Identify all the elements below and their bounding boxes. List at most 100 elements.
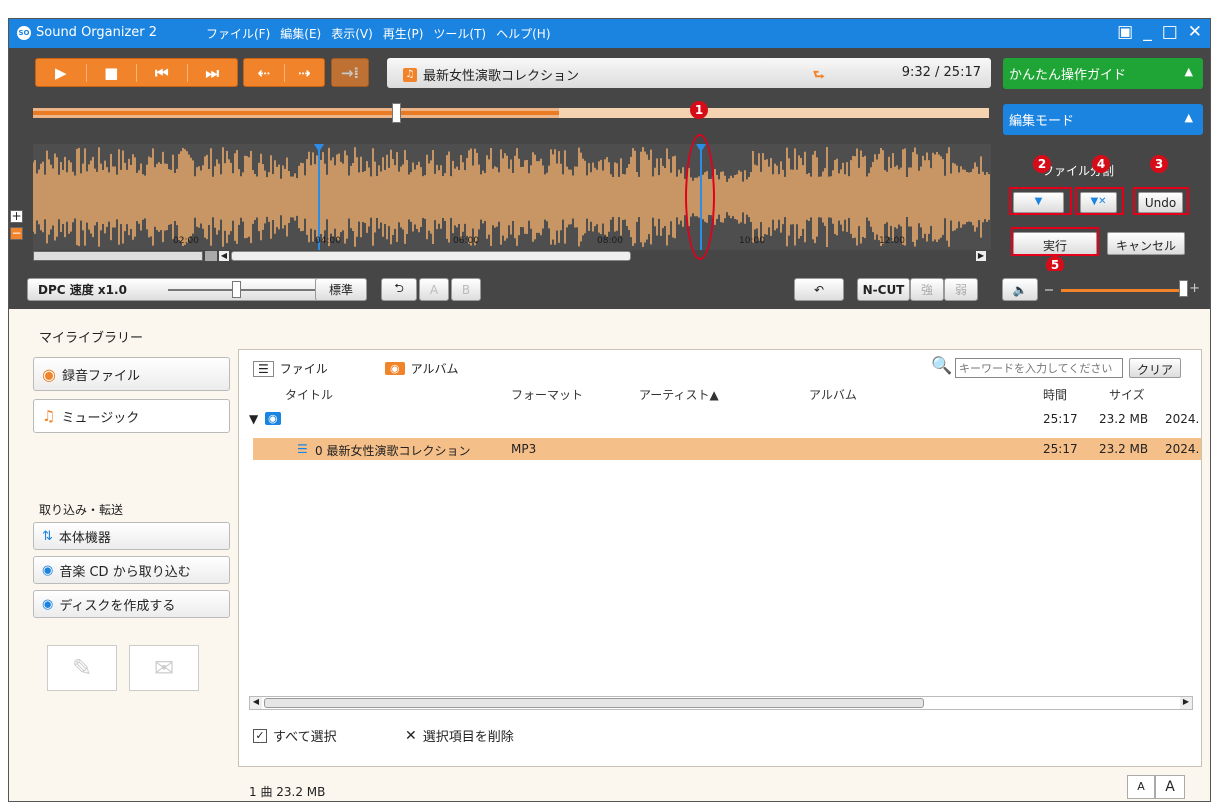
point-a-button[interactable]: A: [419, 278, 449, 301]
album-view-tab[interactable]: ◉ アルバム: [385, 360, 459, 377]
column-format[interactable]: フォーマット: [511, 386, 583, 403]
waveform-path: [33, 147, 990, 247]
track-title: 最新女性演歌コレクション: [423, 69, 580, 84]
next-button[interactable]: ⏭: [186, 63, 238, 82]
device-label: 本体機器: [58, 530, 111, 546]
progress-thumb[interactable]: [392, 103, 402, 123]
table-row[interactable]: ☰ 0 最新女性演歌コレクション MP3 25:17 23.2 MB 2024.: [253, 438, 1201, 460]
dpc-standard-button[interactable]: 標準: [315, 278, 367, 301]
font-small-button[interactable]: A: [1127, 775, 1155, 799]
column-title[interactable]: タイトル: [285, 386, 333, 403]
n-cut-button[interactable]: N-CUT: [857, 278, 910, 301]
annotation-box-4: [1075, 187, 1124, 215]
quick-guide-button[interactable]: かんたん操作ガイド ▲: [1003, 58, 1203, 89]
ncut-weak-button[interactable]: 弱: [944, 278, 978, 301]
zoom-out-button[interactable]: −: [10, 227, 23, 240]
select-all-checkbox[interactable]: ✓ すべて選択: [253, 726, 337, 745]
import-transfer-title: 取り込み・転送: [39, 503, 124, 517]
volume-icon[interactable]: 🔈: [1002, 278, 1038, 301]
mail-add-icon[interactable]: ✉: [129, 645, 199, 691]
album-tab-label: アルバム: [410, 362, 459, 376]
device-button[interactable]: ⇅ 本体機器: [33, 522, 230, 550]
callout-3: 3: [1150, 155, 1168, 173]
stop-button[interactable]: ■: [85, 63, 137, 82]
app-title-text: Sound Organizer 2: [36, 25, 158, 40]
zoom-slider[interactable]: [33, 251, 203, 261]
album-icon: ◉: [385, 362, 405, 375]
row-title: 0 最新女性演歌コレクション: [315, 444, 471, 458]
skip-controls: ⇠ ⇢: [243, 58, 325, 87]
waveform[interactable]: 02:00 04:00 06:00 08:00 10:00 12:00: [33, 144, 991, 250]
music-note-icon: ♫: [403, 67, 417, 82]
rewind-button[interactable]: ⇠: [244, 64, 284, 82]
close-icon[interactable]: ✕: [1188, 22, 1202, 42]
delete-selected-button[interactable]: ✕ 選択項目を削除: [405, 726, 514, 746]
previous-button[interactable]: ⏮: [136, 63, 187, 82]
playback-progress[interactable]: [33, 102, 989, 124]
import-cd-button[interactable]: ◉ 音楽 CD から取り込む: [33, 556, 230, 584]
maximize-icon[interactable]: □: [1162, 22, 1178, 42]
menu-edit[interactable]: 編集(E): [280, 25, 321, 42]
scroll-right-arrow-icon[interactable]: ▶: [976, 251, 986, 261]
ncut-strong-button[interactable]: 強: [910, 278, 944, 301]
menu-play[interactable]: 再生(P): [383, 25, 424, 42]
repeat-toggle-icon[interactable]: ⮌: [381, 278, 417, 301]
ab-repeat-button[interactable]: →⁞: [331, 58, 369, 87]
file-view-tab[interactable]: ☰ ファイル: [253, 360, 328, 377]
play-button[interactable]: ▶: [36, 64, 86, 82]
scroll-left-arrow-icon[interactable]: ◀: [250, 697, 262, 709]
annotation-ellipse-1: [685, 134, 715, 260]
forward-button[interactable]: ⇢: [283, 63, 325, 82]
column-album[interactable]: アルバム: [809, 386, 857, 403]
zoom-handle[interactable]: [205, 251, 217, 261]
menu-help[interactable]: ヘルプ(H): [496, 25, 550, 42]
edit-mode-button[interactable]: 編集モード ▲: [1003, 104, 1203, 135]
zoom-in-button[interactable]: +: [10, 210, 23, 223]
point-b-button[interactable]: B: [451, 278, 481, 301]
annotation-box-3: [1133, 187, 1189, 215]
time-tick: 08:00: [597, 236, 623, 246]
font-large-button[interactable]: A: [1155, 775, 1185, 799]
dpc-speed-label: DPC 速度 x1.0: [38, 283, 127, 297]
cancel-button[interactable]: キャンセル: [1107, 232, 1185, 255]
recorded-files-tab[interactable]: ◉ 録音ファイル: [33, 357, 230, 391]
music-note-icon: ♫: [42, 407, 56, 425]
menu-file[interactable]: ファイル(F): [206, 25, 270, 42]
volume-thumb[interactable]: [1178, 280, 1188, 297]
callout-1: 1: [690, 101, 708, 119]
checkbox-icon: ✓: [253, 728, 267, 743]
menu-view[interactable]: 表示(V): [331, 25, 373, 42]
ab-repeat-icon: →⁞: [340, 63, 360, 82]
music-tab[interactable]: ♫ ミュージック: [33, 399, 230, 433]
scrollbar-thumb[interactable]: [264, 698, 924, 708]
callout-2: 2: [1033, 155, 1051, 173]
scroll-right-arrow-icon[interactable]: ▶: [1180, 697, 1192, 709]
minimize-icon[interactable]: _: [1143, 22, 1152, 42]
callout-4: 4: [1092, 155, 1110, 173]
scroll-left-arrow-icon[interactable]: ◀: [219, 251, 229, 261]
menu-tools[interactable]: ツール(T): [433, 25, 486, 42]
mini-player-icon[interactable]: ▣: [1117, 22, 1133, 42]
annotation-box-2: [1009, 187, 1072, 215]
clear-button[interactable]: クリア: [1129, 358, 1181, 378]
column-artist[interactable]: アーティスト▲: [639, 386, 719, 403]
create-disc-button[interactable]: ◉ ディスクを作成する: [33, 590, 230, 618]
app-title: SO Sound Organizer 2: [17, 25, 157, 40]
expand-arrow-icon[interactable]: ▼: [249, 412, 258, 426]
waveform-scrollbar-thumb[interactable]: [231, 251, 631, 261]
split-marker-icon[interactable]: [314, 144, 324, 152]
list-icon: ☰: [253, 360, 274, 377]
horizontal-scrollbar[interactable]: ◀ ▶: [249, 696, 1193, 710]
track-icon: ☰: [297, 442, 308, 456]
repeat-icon[interactable]: ⮑: [813, 66, 825, 88]
rewind-jump-icon[interactable]: ↶: [794, 278, 844, 301]
group-time: 25:17: [1043, 412, 1078, 426]
album-icon: ◉: [265, 412, 281, 425]
column-time[interactable]: 時間: [1043, 386, 1067, 403]
edit-note-icon[interactable]: ✎: [47, 645, 117, 691]
album-group-row[interactable]: ▼ ◉ 25:17 23.2 MB 2024.: [239, 408, 1201, 430]
column-size[interactable]: サイズ: [1109, 386, 1145, 403]
search-input[interactable]: [955, 358, 1123, 378]
dpc-slider-thumb[interactable]: [232, 281, 241, 298]
time-tick: 04:00: [315, 236, 341, 246]
